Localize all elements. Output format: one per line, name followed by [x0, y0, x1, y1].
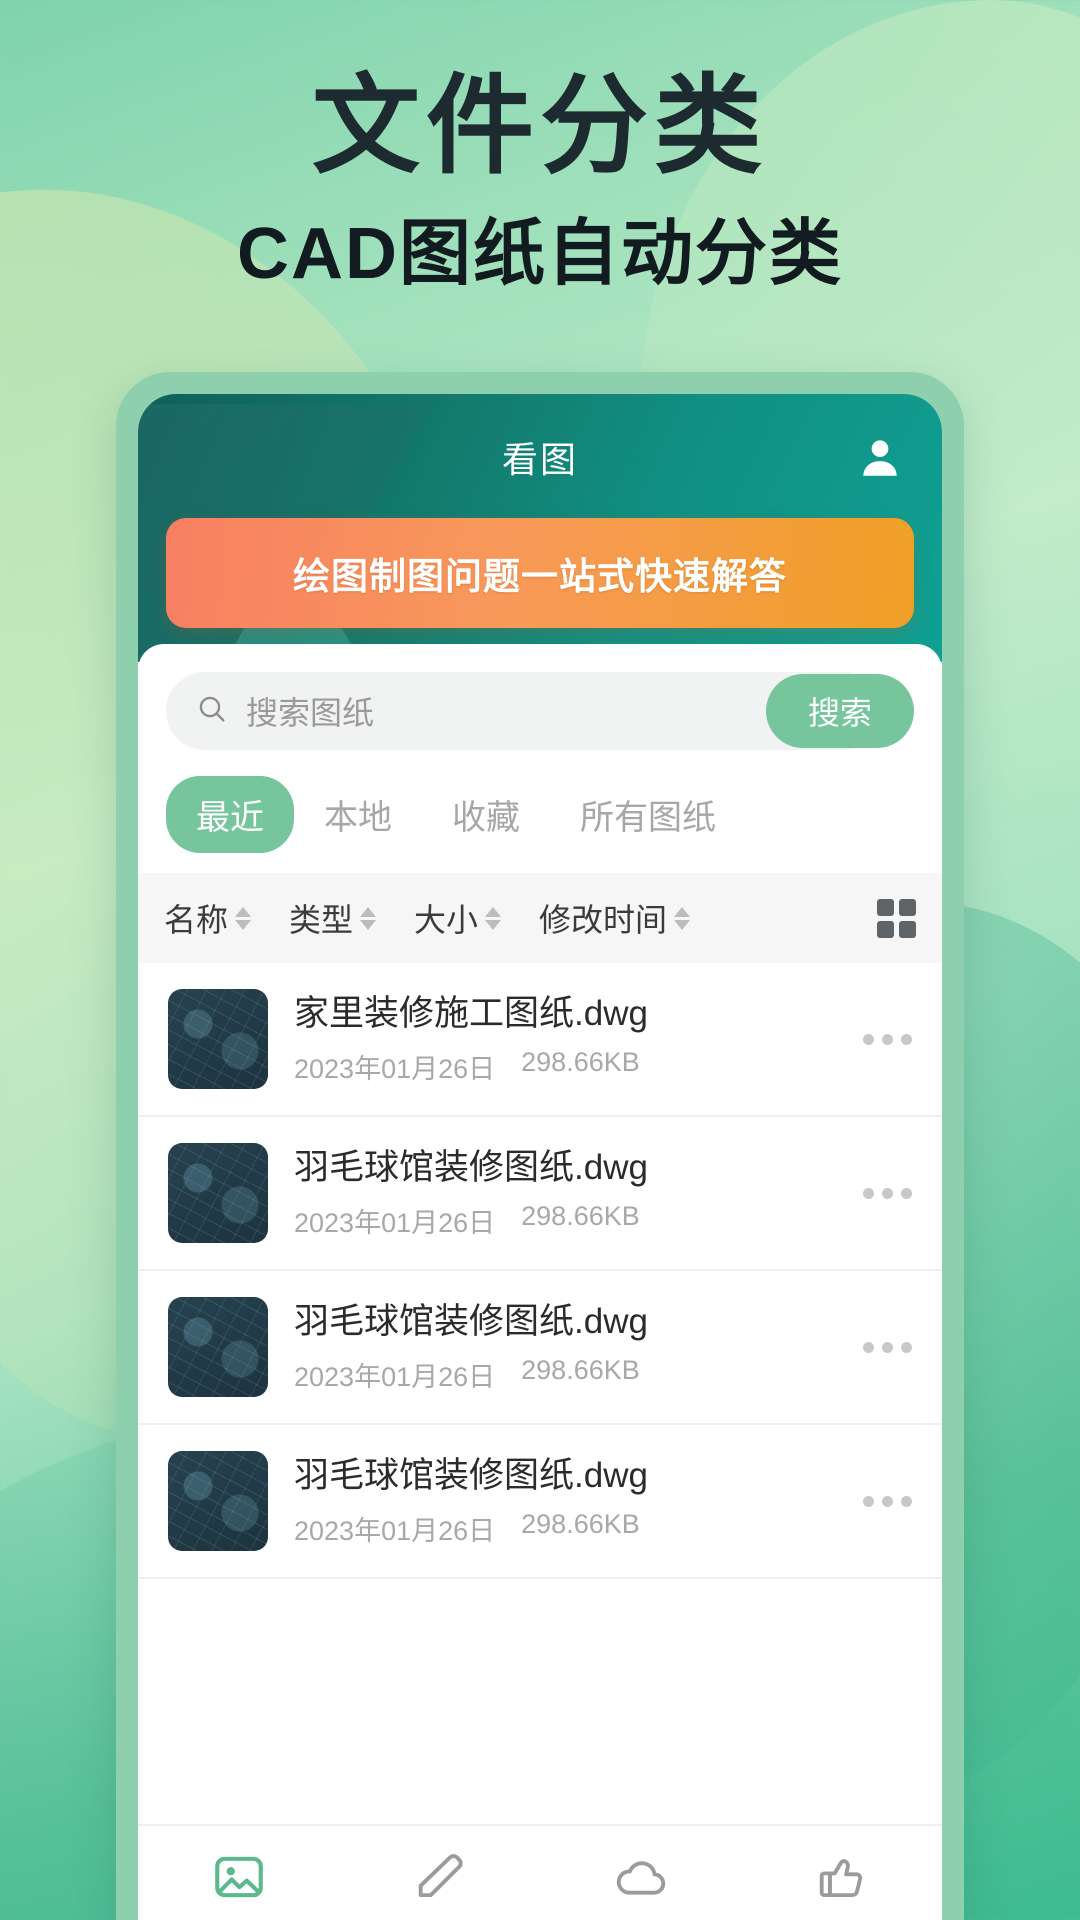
file-meta: 羽毛球馆装修图纸.dwg 2023年01月26日 298.66KB: [294, 1146, 847, 1241]
sort-by-modified-time[interactable]: 修改时间: [539, 895, 691, 941]
app-header: 看图 绘图制图问题一站式快速解答: [138, 394, 942, 662]
file-size: 298.66KB: [521, 1047, 640, 1078]
file-size: 298.66KB: [521, 1509, 640, 1540]
filter-tabs: 最近 本地 收藏 所有图纸: [138, 760, 942, 873]
page-title: 看图: [501, 439, 578, 480]
sort-by-size[interactable]: 大小: [414, 895, 502, 941]
file-size: 298.66KB: [521, 1201, 640, 1232]
file-meta: 家里装修施工图纸.dwg 2023年01月26日 298.66KB: [294, 992, 847, 1087]
sort-arrows-icon: [360, 906, 377, 930]
file-meta: 羽毛球馆装修图纸.dwg 2023年01月26日 298.66KB: [294, 1300, 847, 1395]
tab-local[interactable]: 本地: [294, 776, 422, 853]
more-options-icon[interactable]: [847, 1495, 912, 1507]
search-button[interactable]: 搜索: [766, 674, 914, 748]
file-name: 羽毛球馆装修图纸.dwg: [294, 1455, 648, 1495]
image-gallery-icon: [210, 1848, 268, 1911]
nav-item-gallery[interactable]: [138, 1848, 339, 1911]
cad-drawing-thumbnail: [168, 1143, 268, 1243]
thumbs-up-icon: [813, 1848, 871, 1911]
sort-by-type-label: 类型: [289, 902, 354, 938]
file-list[interactable]: 家里装修施工图纸.dwg 2023年01月26日 298.66KB 羽毛球馆装修…: [138, 963, 942, 1920]
file-date: 2023年01月26日: [294, 1362, 496, 1393]
sort-by-type[interactable]: 类型: [289, 895, 377, 941]
file-meta: 羽毛球馆装修图纸.dwg 2023年01月26日 298.66KB: [294, 1454, 847, 1549]
cad-drawing-thumbnail: [168, 1451, 268, 1551]
file-sub: 2023年01月26日 298.66KB: [294, 1047, 847, 1086]
file-size: 298.66KB: [521, 1355, 640, 1386]
list-item[interactable]: 羽毛球馆装修图纸.dwg 2023年01月26日 298.66KB: [138, 1425, 942, 1579]
cloud-icon: [612, 1848, 670, 1911]
list-item[interactable]: 家里装修施工图纸.dwg 2023年01月26日 298.66KB: [138, 963, 942, 1117]
sort-by-name-label: 名称: [164, 902, 229, 938]
promo-banner[interactable]: 绘图制图问题一站式快速解答: [166, 518, 914, 628]
file-name: 家里装修施工图纸.dwg: [294, 993, 648, 1033]
file-date: 2023年01月26日: [294, 1054, 496, 1085]
file-sub: 2023年01月26日 298.66KB: [294, 1509, 847, 1548]
nav-item-edit[interactable]: [339, 1848, 540, 1911]
phone-mockup-frame: 看图 绘图制图问题一站式快速解答 搜索图纸 搜索 最近 本地 收藏 所有图纸 名…: [116, 372, 964, 1920]
poster-headline-group: 文件分类 CAD图纸自动分类: [0, 62, 1080, 298]
cad-drawing-thumbnail: [168, 989, 268, 1089]
file-date: 2023年01月26日: [294, 1208, 496, 1239]
more-options-icon[interactable]: [847, 1341, 912, 1353]
tab-recent[interactable]: 最近: [166, 776, 294, 853]
file-name: 羽毛球馆装修图纸.dwg: [294, 1301, 648, 1341]
tab-all-drawings[interactable]: 所有图纸: [550, 776, 746, 853]
file-sub: 2023年01月26日 298.66KB: [294, 1355, 847, 1394]
search-placeholder-text: 搜索图纸: [246, 695, 375, 731]
app-header-bar: 看图: [138, 422, 942, 492]
cad-drawing-thumbnail: [168, 1297, 268, 1397]
nav-item-cloud[interactable]: [540, 1848, 741, 1911]
sort-arrows-icon: [485, 906, 502, 930]
file-date: 2023年01月26日: [294, 1516, 496, 1547]
content-card: 搜索图纸 搜索 最近 本地 收藏 所有图纸 名称 类型 大小 修改时间 家里装修…: [138, 644, 942, 1920]
nav-item-likes[interactable]: [741, 1848, 942, 1911]
file-name: 羽毛球馆装修图纸.dwg: [294, 1147, 648, 1187]
user-avatar-icon[interactable]: [852, 429, 908, 485]
list-item[interactable]: 羽毛球馆装修图纸.dwg 2023年01月26日 298.66KB: [138, 1271, 942, 1425]
poster-subheadline: CAD图纸自动分类: [237, 214, 843, 295]
pencil-edit-icon: [411, 1848, 469, 1911]
tab-favorites[interactable]: 收藏: [422, 776, 550, 853]
phone-screen: 看图 绘图制图问题一站式快速解答 搜索图纸 搜索 最近 本地 收藏 所有图纸 名…: [138, 394, 942, 1920]
sort-arrows-icon: [235, 906, 252, 930]
sort-by-size-label: 大小: [414, 902, 479, 938]
grid-view-icon[interactable]: [877, 898, 916, 938]
search-row: 搜索图纸 搜索: [138, 644, 942, 760]
file-sub: 2023年01月26日 298.66KB: [294, 1201, 847, 1240]
list-item[interactable]: 羽毛球馆装修图纸.dwg 2023年01月26日 298.66KB: [138, 1117, 942, 1271]
promo-banner-text: 绘图制图问题一站式快速解答: [293, 556, 787, 597]
sort-header-row: 名称 类型 大小 修改时间: [138, 873, 942, 963]
sort-arrows-icon: [674, 906, 691, 930]
sort-by-name[interactable]: 名称: [164, 895, 252, 941]
more-options-icon[interactable]: [847, 1033, 912, 1045]
sort-by-modified-time-label: 修改时间: [539, 902, 668, 938]
more-options-icon[interactable]: [847, 1187, 912, 1199]
poster-headline: 文件分类: [311, 65, 768, 186]
bottom-navigation-bar: [138, 1824, 942, 1920]
search-icon: [196, 693, 228, 730]
